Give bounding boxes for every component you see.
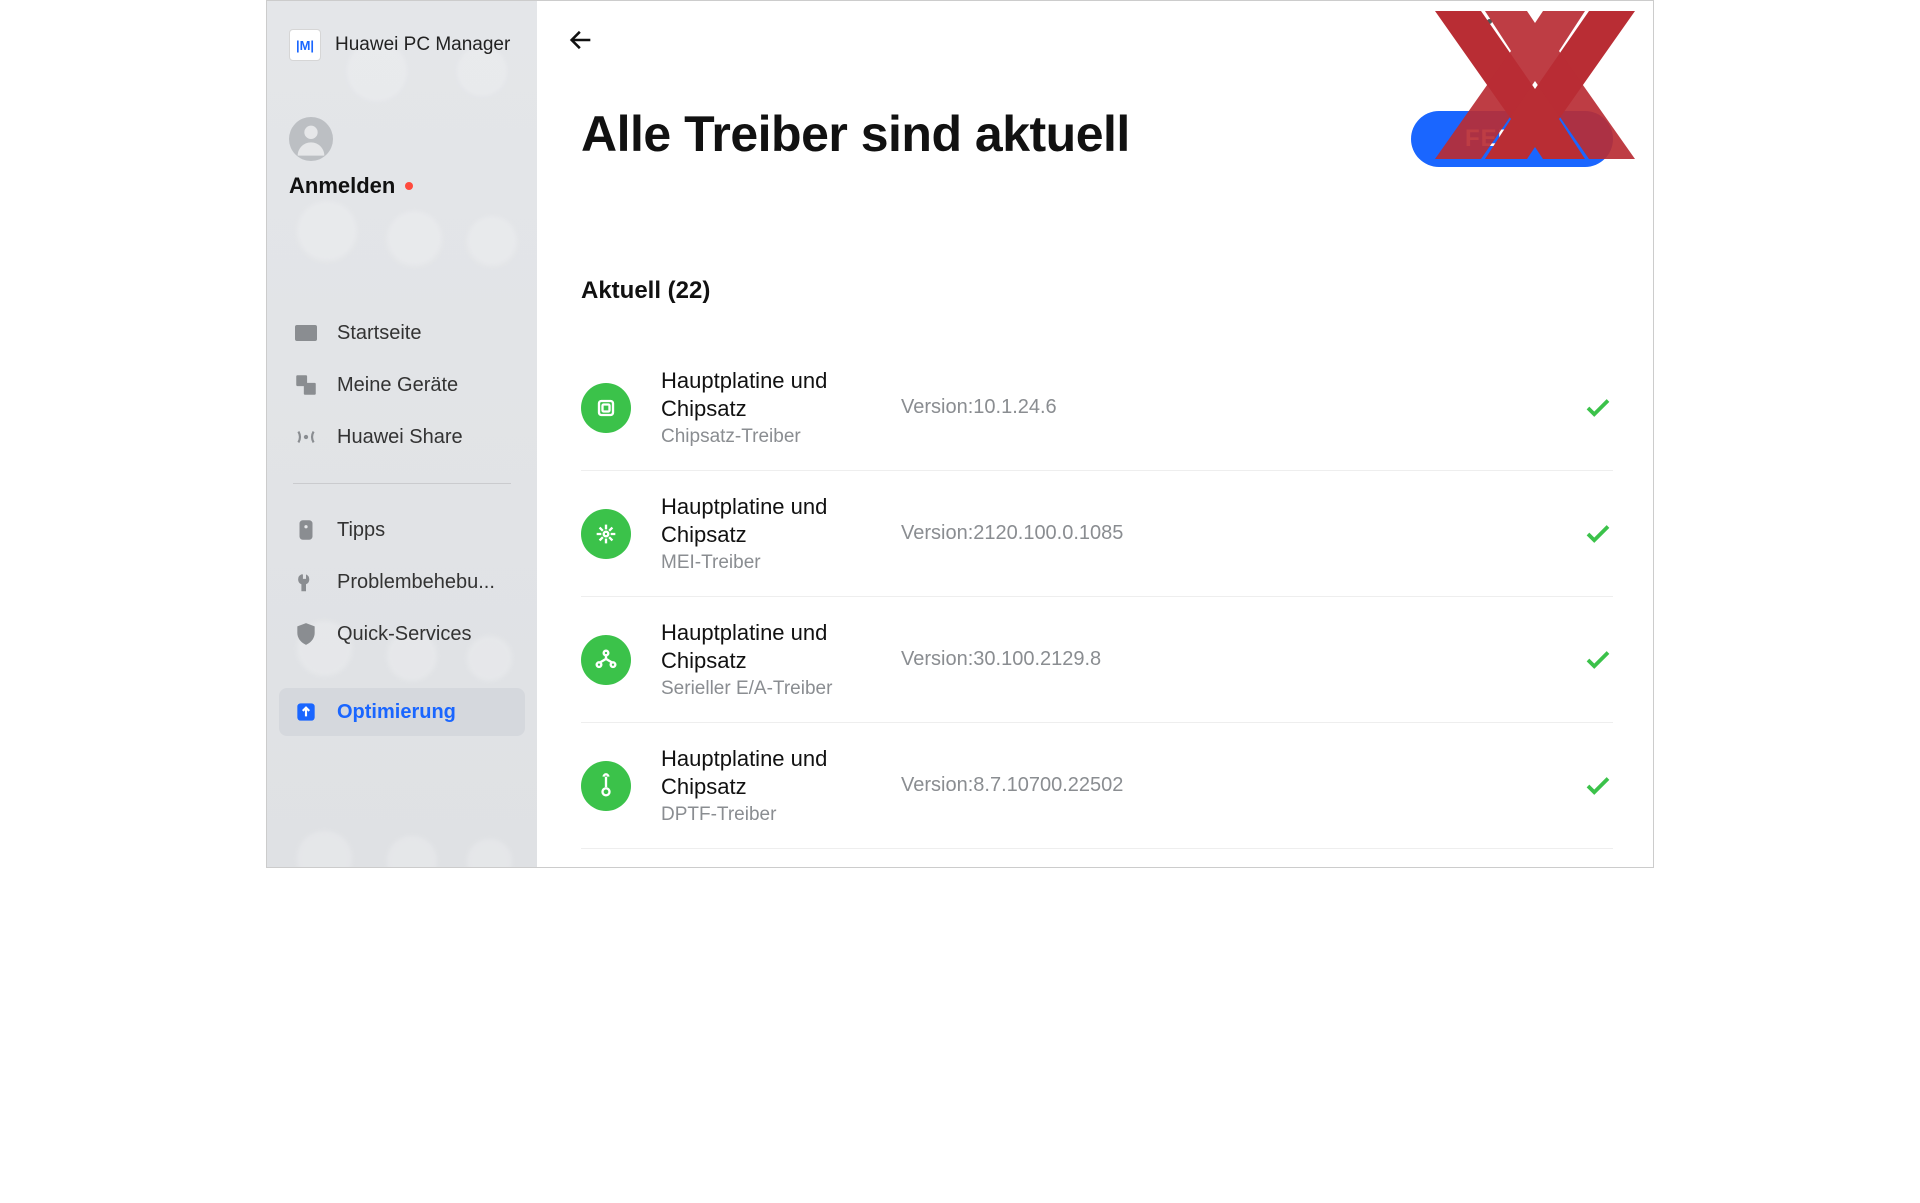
shield-icon [293,621,319,647]
driver-category-label: Hauptplatine und Chipsatz [661,745,891,800]
checkmark-icon [1583,519,1613,549]
notification-dot-icon [405,182,413,190]
sidebar-item-label: Meine Geräte [337,374,458,397]
driver-name-label: Serieller E/A-Treiber [661,678,891,700]
sidebar-item-problembehebung[interactable]: Problembehebu... [279,558,525,606]
driver-text: Hauptplatine und Chipsatz Serieller E/A-T… [661,619,891,700]
nav-group-primary: Startseite Meine Geräte Huawei Share T [267,309,537,736]
driver-category-icon [581,635,631,685]
page-title: Alle Treiber sind aktuell [581,105,1130,163]
driver-category-icon [581,383,631,433]
sidebar-item-huawei-share[interactable]: Huawei Share [279,413,525,461]
sidebar: |M| Huawei PC Manager Anmelden Startseit… [267,1,537,867]
driver-name-label: DPTF-Treiber [661,804,891,826]
checkmark-icon [1583,771,1613,801]
driver-version-label: Version:8.7.10700.22502 [901,774,1583,797]
tip-icon [293,517,319,543]
sidebar-item-label: Startseite [337,322,421,345]
driver-row[interactable]: Hauptplatine und Chipsatz Serieller E/A-T… [581,597,1613,723]
driver-text: Hauptplatine und Chipsatz MEI-Treiber [661,493,891,574]
app-logo-icon: |M| [289,29,321,61]
topbar [537,1,1653,61]
devices-icon [293,372,319,398]
driver-text: Hauptplatine und Chipsatz DPTF-Treiber [661,745,891,826]
checkmark-icon [1583,393,1613,423]
driver-text: Hauptplatine und Chipsatz Chipsatz-Treibe… [661,367,891,448]
driver-category-icon [581,509,631,559]
wrench-icon [293,569,319,595]
signin-link[interactable]: Anmelden [267,173,537,199]
driver-row[interactable]: Hauptplatine und Chipsatz Chipsatz-Treibe… [581,345,1613,471]
sidebar-item-label: Tipps [337,519,385,542]
driver-name-label: Chipsatz-Treiber [661,426,891,448]
sidebar-item-label: Quick-Services [337,623,471,646]
back-button[interactable] [561,20,601,60]
driver-name-label: MEI-Treiber [661,552,891,574]
main-panel: Alle Treiber sind aktuell FERTIG Aktuell… [537,1,1653,867]
sidebar-item-startseite[interactable]: Startseite [279,309,525,357]
signin-label: Anmelden [289,173,395,199]
app-name-label: Huawei PC Manager [335,34,510,56]
driver-row[interactable]: Hauptplatine und Chipsatz MEI-Treiber Vers… [581,471,1613,597]
monitor-icon [293,320,319,346]
driver-version-label: Version:30.100.2129.8 [901,648,1583,671]
driver-category-icon [581,761,631,811]
sidebar-item-label: Huawei Share [337,426,463,449]
section-heading: Aktuell (22) [581,277,1613,305]
sidebar-item-label: Problembehebu... [337,571,495,594]
sidebar-item-tipps[interactable]: Tipps [279,506,525,554]
wireless-icon [293,424,319,450]
optimize-icon [293,699,319,725]
logo-row: |M| Huawei PC Manager [267,29,537,61]
sidebar-item-meine-geraete[interactable]: Meine Geräte [279,361,525,409]
sidebar-item-optimierung[interactable]: Optimierung [279,688,525,736]
driver-row[interactable]: Hauptplatine und Chipsatz DPTF-Treiber Ver… [581,723,1613,849]
avatar[interactable] [289,117,333,161]
sidebar-divider [293,483,511,484]
sidebar-item-quick-services[interactable]: Quick-Services [279,610,525,658]
driver-version-label: Version:10.1.24.6 [901,396,1583,419]
driver-category-label: Hauptplatine und Chipsatz [661,493,891,548]
content-area[interactable]: Alle Treiber sind aktuell FERTIG Aktuell… [537,61,1653,867]
driver-version-label: Version:2120.100.0.1085 [901,522,1583,545]
driver-list: Hauptplatine und Chipsatz Chipsatz-Treibe… [581,345,1613,849]
sidebar-item-label: Optimierung [337,701,456,724]
driver-category-label: Hauptplatine und Chipsatz [661,367,891,422]
checkmark-icon [1583,645,1613,675]
app-window: |M| Huawei PC Manager Anmelden Startseit… [266,0,1654,868]
driver-category-label: Hauptplatine und Chipsatz [661,619,891,674]
